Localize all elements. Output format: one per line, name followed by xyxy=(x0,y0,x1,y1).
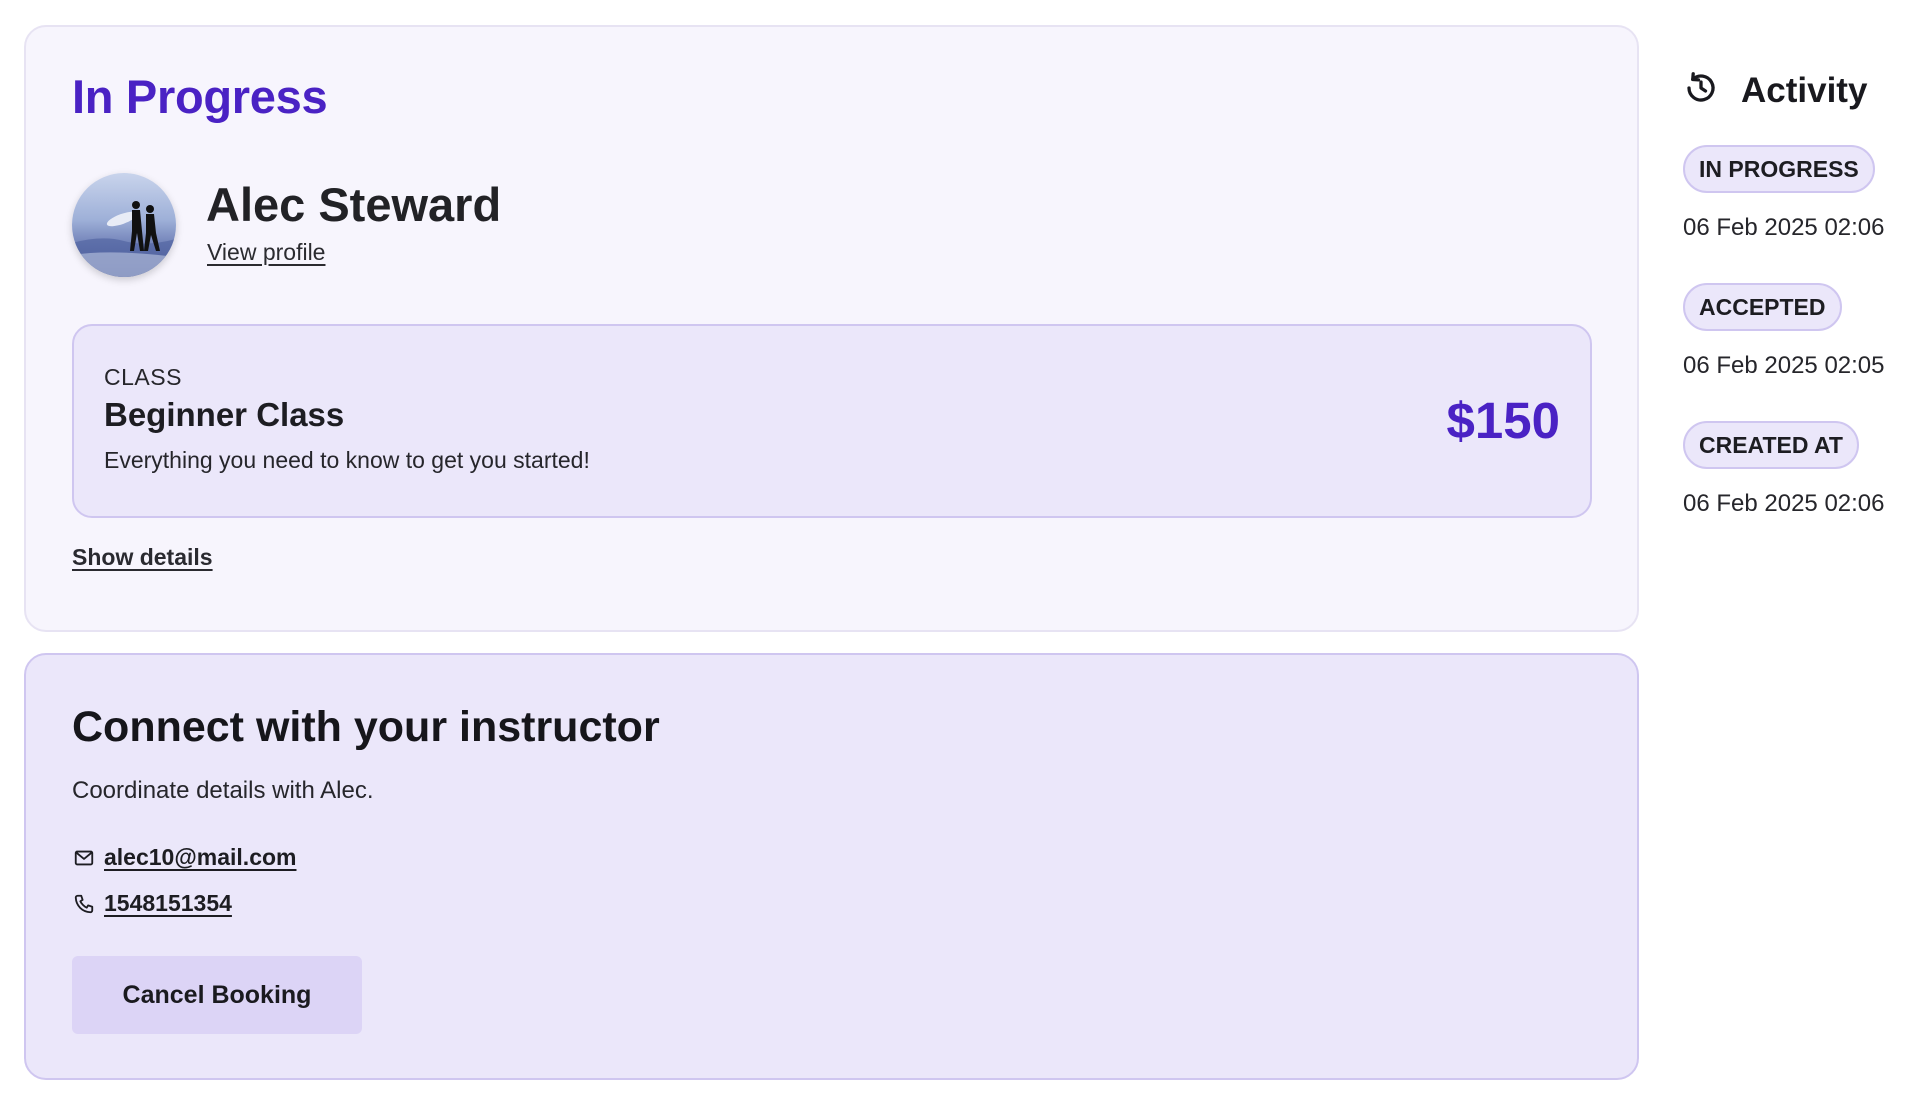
class-name: Beginner Class xyxy=(104,396,345,433)
activity-timestamp: 06 Feb 2025 02:05 xyxy=(1683,352,1885,379)
status-badge: ACCEPTED xyxy=(1683,283,1842,331)
show-details-link[interactable]: Show details xyxy=(72,544,213,571)
email-row: alec10@mail.com xyxy=(72,844,296,871)
history-icon xyxy=(1683,70,1719,111)
connect-subtitle: Coordinate details with Alec. xyxy=(72,777,374,804)
booking-card: In Progress Alec Steward View profile CL… xyxy=(24,25,1639,632)
activity-timestamp: 06 Feb 2025 02:06 xyxy=(1683,214,1885,241)
email-link[interactable]: alec10@mail.com xyxy=(104,844,296,871)
phone-link[interactable]: 1548151354 xyxy=(104,890,232,917)
avatar-photo xyxy=(72,173,176,277)
activity-title: Activity xyxy=(1741,70,1868,110)
phone-icon xyxy=(72,892,96,916)
activity-timestamp: 06 Feb 2025 02:06 xyxy=(1683,490,1885,517)
status-badge: IN PROGRESS xyxy=(1683,145,1875,193)
connect-instructor-card: Connect with your instructor Coordinate … xyxy=(24,653,1639,1080)
activity-header: Activity xyxy=(1683,70,1867,111)
view-profile-link[interactable]: View profile xyxy=(207,239,325,266)
activity-item: CREATED AT 06 Feb 2025 02:06 xyxy=(1683,421,1885,518)
booking-status-title: In Progress xyxy=(72,70,328,123)
class-summary-box: CLASS Beginner Class Everything you need… xyxy=(72,324,1592,518)
cancel-booking-button[interactable]: Cancel Booking xyxy=(72,956,362,1034)
activity-item: IN PROGRESS 06 Feb 2025 02:06 xyxy=(1683,145,1885,242)
activity-item: ACCEPTED 06 Feb 2025 02:05 xyxy=(1683,283,1885,380)
mail-icon xyxy=(72,846,96,870)
class-description: Everything you need to know to get you s… xyxy=(104,447,590,473)
avatar[interactable] xyxy=(72,173,176,277)
booking-page: In Progress Alec Steward View profile CL… xyxy=(0,0,1920,1103)
instructor-name: Alec Steward xyxy=(206,178,502,231)
status-badge: CREATED AT xyxy=(1683,421,1859,469)
class-price: $150 xyxy=(1446,392,1560,449)
phone-row: 1548151354 xyxy=(72,890,232,917)
class-kicker: CLASS xyxy=(104,364,182,390)
connect-title: Connect with your instructor xyxy=(72,703,660,751)
